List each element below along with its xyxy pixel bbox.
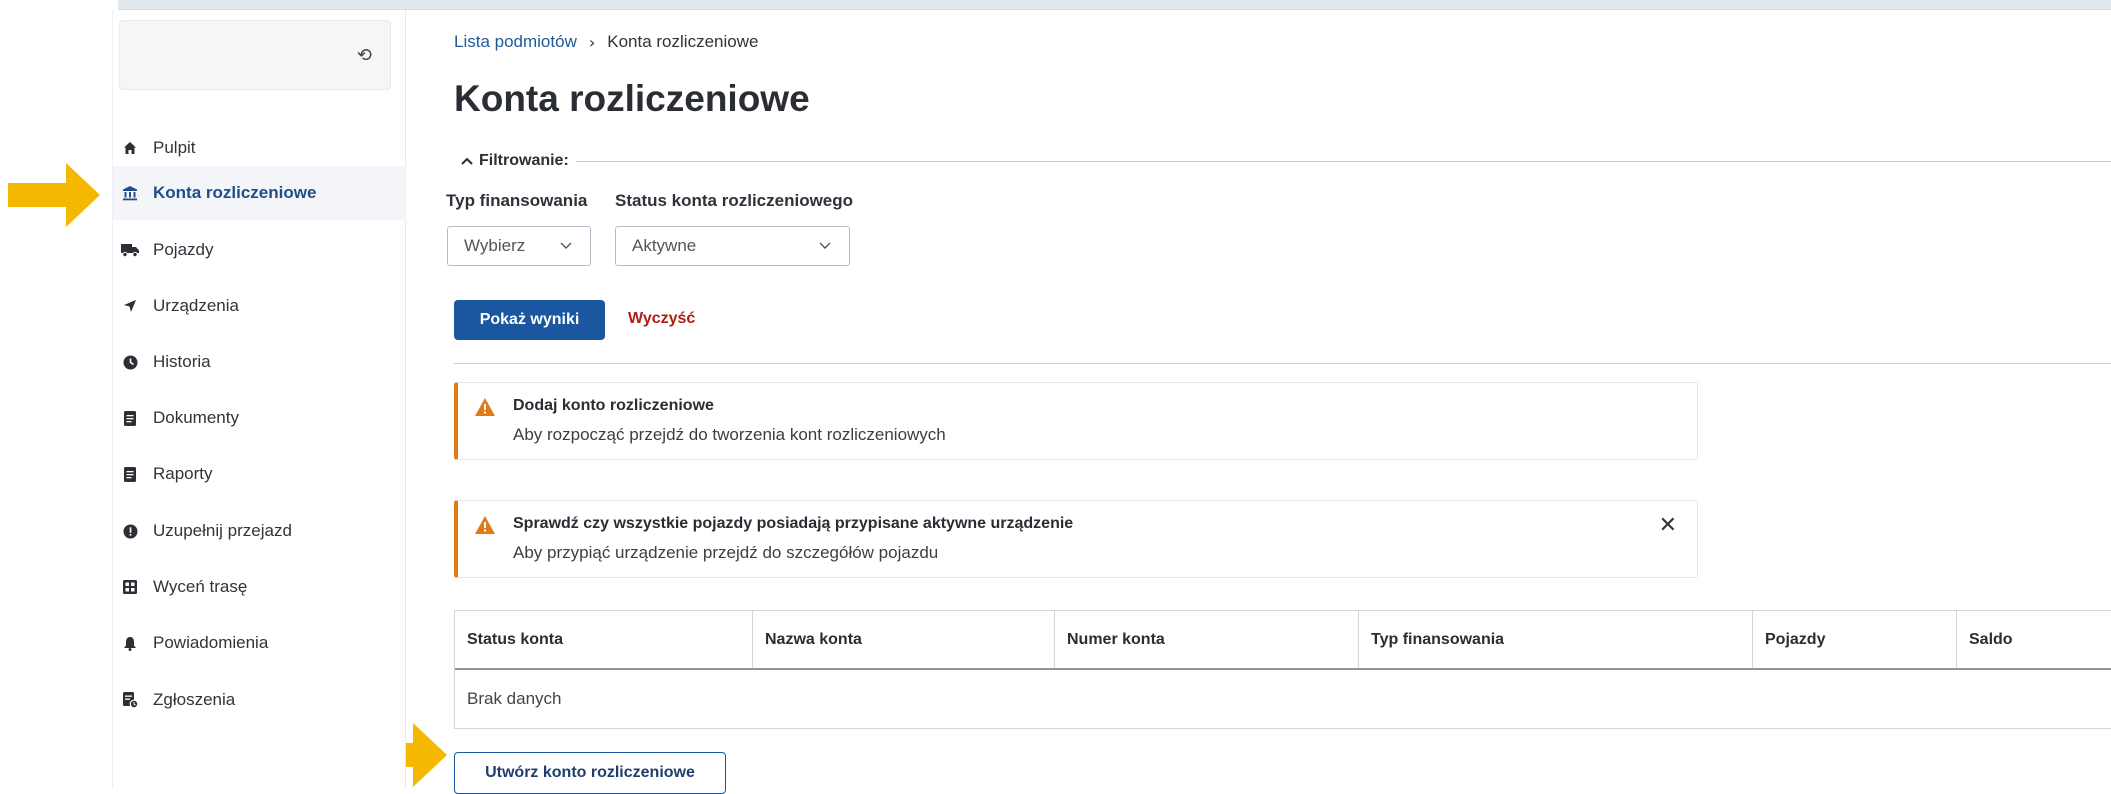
column-header-pojazdy[interactable]: Pojazdy (1753, 611, 1957, 668)
ticket-icon (121, 691, 139, 709)
typ-finansowania-value: Wybierz (464, 236, 525, 256)
chevron-right-icon: › (589, 33, 595, 52)
pokaz-wyniki-button[interactable]: Pokaż wyniki (454, 300, 605, 340)
sidebar-item-powiadomienia[interactable]: Powiadomienia (113, 616, 406, 670)
sidebar-item-raporty[interactable]: Raporty (113, 447, 406, 501)
typ-finansowania-label: Typ finansowania (446, 191, 587, 211)
column-header-status-konta[interactable]: Status konta (455, 611, 753, 668)
sidebar-header: ⟲ (119, 20, 391, 90)
truck-icon (121, 241, 139, 259)
annotation-arrow-sidebar (8, 163, 100, 227)
column-header-typ-finansowania[interactable]: Typ finansowania (1359, 611, 1753, 668)
sidebar: ⟲ Pulpit Konta rozliczeniowe Pojazdy Urz… (112, 10, 406, 788)
sidebar-item-pojazdy[interactable]: Pojazdy (113, 223, 406, 277)
chevron-down-icon (558, 237, 574, 253)
navigation-arrow-icon (121, 297, 139, 315)
sidebar-item-label: Wyceń trasę (153, 577, 247, 597)
wyczysc-button[interactable]: Wyczyść (628, 310, 695, 328)
sidebar-item-label: Dokumenty (153, 408, 239, 428)
sidebar-item-label: Historia (153, 352, 211, 372)
filter-divider (576, 161, 2111, 162)
top-strip (118, 0, 2111, 10)
alert-circle-icon (121, 522, 139, 540)
column-header-nazwa-konta[interactable]: Nazwa konta (753, 611, 1055, 668)
report-icon (121, 465, 139, 483)
breadcrumb-current: Konta rozliczeniowe (607, 32, 758, 52)
status-konta-value: Aktywne (632, 236, 696, 256)
sidebar-item-label: Zgłoszenia (153, 690, 235, 710)
sidebar-item-wycen-trase[interactable]: Wyceń trasę (113, 560, 406, 614)
status-konta-select[interactable]: Aktywne (615, 226, 850, 266)
alert-text: Aby rozpocząć przejdź do tworzenia kont … (513, 425, 946, 445)
alert-title: Dodaj konto rozliczeniowe (513, 397, 714, 415)
sidebar-item-label: Pojazdy (153, 240, 213, 260)
bank-icon (121, 184, 139, 202)
table-header: Status konta Nazwa konta Numer konta Typ… (455, 611, 2111, 670)
status-konta-label: Status konta rozliczeniowego (615, 191, 853, 211)
typ-finansowania-select[interactable]: Wybierz (447, 226, 591, 266)
column-header-saldo[interactable]: Saldo (1957, 611, 2111, 668)
alert-text: Aby przypiąć urządzenie przejdź do szcze… (513, 543, 938, 563)
alert-title: Sprawdź czy wszystkie pojazdy posiadają … (513, 515, 1073, 533)
sidebar-item-historia[interactable]: Historia (113, 335, 406, 389)
filter-toggle[interactable]: Filtrowanie: (460, 152, 569, 170)
calculator-icon (121, 578, 139, 596)
table-empty-message: Brak danych (467, 689, 562, 709)
accounts-table: Status konta Nazwa konta Numer konta Typ… (454, 610, 2111, 729)
filter-heading: Filtrowanie: (479, 152, 569, 170)
document-icon (121, 409, 139, 427)
sidebar-item-dokumenty[interactable]: Dokumenty (113, 391, 406, 445)
collapse-sidebar-icon[interactable]: ⟲ (357, 45, 372, 66)
sidebar-item-label: Uzupełnij przejazd (153, 521, 292, 541)
bell-icon (121, 634, 139, 652)
alert-dodaj-konto: Dodaj konto rozliczeniowe Aby rozpocząć … (454, 382, 1698, 460)
sidebar-item-zgloszenia[interactable]: Zgłoszenia (113, 673, 406, 727)
warning-icon (474, 397, 496, 417)
sidebar-item-label: Pulpit (153, 138, 196, 158)
sidebar-item-label: Urządzenia (153, 296, 239, 316)
home-icon (121, 139, 139, 157)
alert-sprawdz-pojazdy: Sprawdź czy wszystkie pojazdy posiadają … (454, 500, 1698, 578)
page-title: Konta rozliczeniowe (454, 78, 810, 120)
column-header-numer-konta[interactable]: Numer konta (1055, 611, 1359, 668)
chevron-down-icon (817, 237, 833, 253)
sidebar-item-uzupelnij-przejazd[interactable]: Uzupełnij przejazd (113, 504, 406, 558)
breadcrumb-link-lista-podmiotow[interactable]: Lista podmiotów (454, 32, 577, 52)
sidebar-item-label: Konta rozliczeniowe (153, 183, 316, 203)
close-icon[interactable]: ✕ (1659, 513, 1677, 538)
sidebar-item-urzadzenia[interactable]: Urządzenia (113, 279, 406, 333)
warning-icon (474, 515, 496, 535)
sidebar-item-konta[interactable]: Konta rozliczeniowe (113, 166, 406, 220)
clock-icon (121, 353, 139, 371)
sidebar-item-label: Powiadomienia (153, 633, 268, 653)
chevron-up-icon (460, 156, 474, 166)
sidebar-item-label: Raporty (153, 464, 213, 484)
main-content: Lista podmiotów › Konta rozliczeniowe Ko… (406, 10, 2111, 788)
breadcrumb: Lista podmiotów › Konta rozliczeniowe (454, 32, 758, 52)
section-divider (454, 363, 2111, 364)
